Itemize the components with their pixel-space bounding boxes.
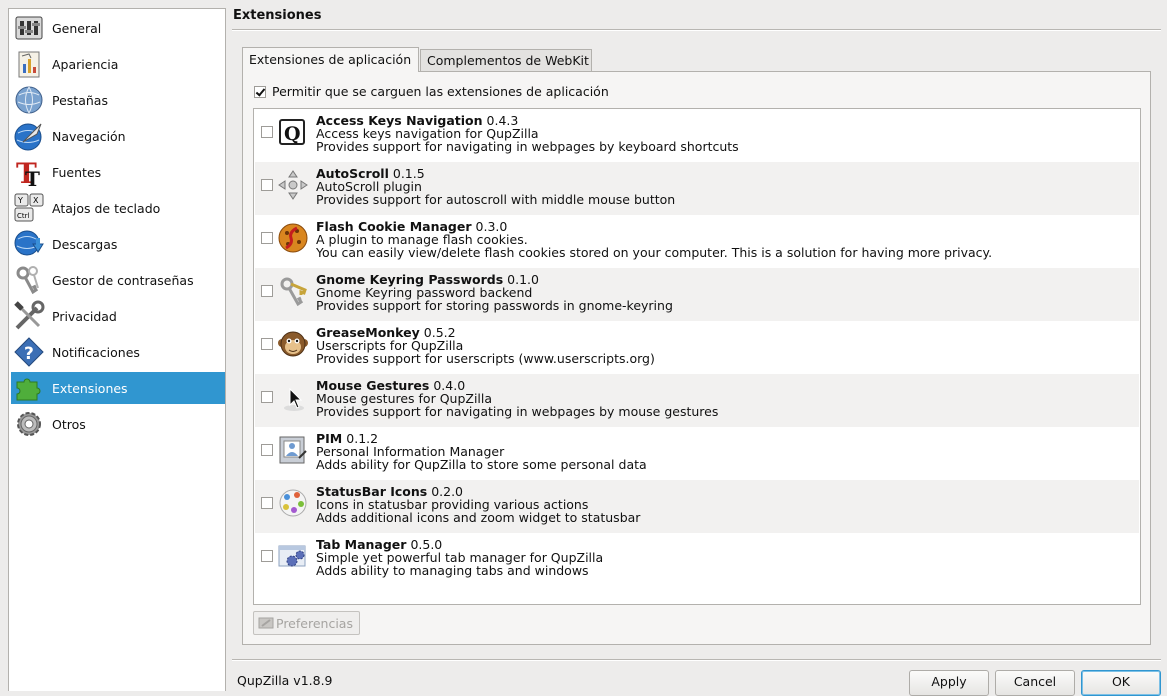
plugin-enable-checkbox[interactable] bbox=[261, 391, 273, 403]
cancel-button[interactable]: Cancel bbox=[995, 670, 1075, 696]
allow-extensions-checkbox[interactable] bbox=[254, 85, 266, 98]
page-title: Extensiones bbox=[233, 8, 322, 23]
plugin-enable-checkbox[interactable] bbox=[261, 338, 273, 350]
plugin-enable-checkbox[interactable] bbox=[261, 497, 273, 509]
sidebar-item-descargas[interactable]: Descargas bbox=[11, 228, 225, 260]
greasemonkey-icon bbox=[277, 328, 309, 360]
pim-icon bbox=[277, 434, 309, 466]
svg-text:X: X bbox=[33, 196, 39, 205]
tab-application-extensions[interactable]: Extensiones de aplicación bbox=[242, 47, 419, 72]
settings-sidebar: General Apariencia Pestañas Navegación T… bbox=[8, 8, 226, 691]
sidebar-item-atajos[interactable]: Y X Ctrl Atajos de teclado bbox=[11, 192, 225, 224]
sidebar-item-label: Gestor de contraseñas bbox=[52, 272, 194, 288]
footer-divider bbox=[232, 659, 1161, 661]
plugin-enable-checkbox[interactable] bbox=[261, 285, 273, 297]
ok-button[interactable]: OK bbox=[1081, 670, 1161, 696]
tab-manager-icon bbox=[277, 540, 309, 572]
plugin-row-mouse-gestures[interactable]: Mouse Gestures 0.4.0 Mouse gestures for Q… bbox=[255, 374, 1139, 427]
sidebar-item-label: Apariencia bbox=[52, 56, 119, 72]
sidebar-item-apariencia[interactable]: Apariencia bbox=[11, 48, 225, 80]
svg-text:Q: Q bbox=[284, 123, 301, 145]
allow-extensions-row[interactable]: Permitir que se carguen las extensiones … bbox=[254, 84, 609, 99]
mouse-gestures-icon bbox=[277, 381, 309, 413]
plugin-row-flash-cookie-manager[interactable]: Flash Cookie Manager 0.3.0 A plugin to ma… bbox=[255, 215, 1139, 268]
passwords-keys-icon bbox=[13, 264, 45, 296]
plugin-description: Provides support for storing passwords i… bbox=[316, 298, 673, 313]
apply-button[interactable]: Apply bbox=[909, 670, 989, 696]
sidebar-item-otros[interactable]: Otros bbox=[11, 408, 225, 440]
plugin-row-pim[interactable]: PIM 0.1.2 Personal Information Manager Ad… bbox=[255, 427, 1139, 480]
svg-text:Y: Y bbox=[17, 196, 23, 205]
plugin-row-statusbar-icons[interactable]: StatusBar Icons 0.2.0 Icons in statusbar … bbox=[255, 480, 1139, 533]
plugin-enable-checkbox[interactable] bbox=[261, 179, 273, 191]
sidebar-item-label: Atajos de teclado bbox=[52, 200, 161, 216]
plugin-row-autoscroll[interactable]: AutoScroll 0.1.5 AutoScroll plugin Provid… bbox=[255, 162, 1139, 215]
fonts-icon: TT bbox=[13, 156, 45, 188]
plugin-description: Adds ability for QupZilla to store some … bbox=[316, 457, 647, 472]
plugin-description: You can easily view/delete flash cookies… bbox=[316, 245, 993, 260]
svg-text:?: ? bbox=[24, 344, 34, 364]
plugin-enable-checkbox[interactable] bbox=[261, 126, 273, 138]
sidebar-item-pestanas[interactable]: Pestañas bbox=[11, 84, 225, 116]
plugin-description: Provides support for userscripts (www.us… bbox=[316, 351, 655, 366]
plugin-row-tab-manager[interactable]: Tab Manager 0.5.0 Simple yet powerful tab… bbox=[255, 533, 1139, 586]
plugin-description: Adds additional icons and zoom widget to… bbox=[316, 510, 641, 525]
sidebar-item-navegacion[interactable]: Navegación bbox=[11, 120, 225, 152]
sidebar-item-notificaciones[interactable]: ? Notificaciones bbox=[11, 336, 225, 368]
notifications-help-icon: ? bbox=[13, 336, 45, 368]
privacy-tools-icon bbox=[13, 300, 45, 332]
tabs-globe-icon bbox=[13, 84, 45, 116]
plugin-enable-checkbox[interactable] bbox=[261, 550, 273, 562]
plugin-enable-checkbox[interactable] bbox=[261, 444, 273, 456]
other-gear-icon bbox=[13, 408, 45, 440]
sidebar-item-label: Notificaciones bbox=[52, 344, 140, 360]
sidebar-item-privacidad[interactable]: Privacidad bbox=[11, 300, 225, 332]
sidebar-item-label: General bbox=[52, 20, 102, 36]
general-icon bbox=[13, 12, 45, 44]
plugin-list[interactable]: Q Access Keys Navigation 0.4.3 Access key… bbox=[253, 108, 1141, 605]
navigation-globe-icon bbox=[13, 120, 45, 152]
sidebar-item-label: Pestañas bbox=[52, 92, 108, 108]
preferences-label: Preferencias bbox=[276, 615, 353, 631]
svg-text:T: T bbox=[25, 167, 40, 188]
appearance-icon bbox=[13, 48, 45, 80]
extensions-puzzle-icon bbox=[13, 372, 45, 404]
sidebar-item-general[interactable]: General bbox=[11, 12, 225, 44]
sidebar-item-label: Navegación bbox=[52, 128, 126, 144]
version-label: QupZilla v1.8.9 bbox=[237, 673, 333, 688]
flash-cookie-icon bbox=[277, 222, 309, 254]
plugin-row-gnome-keyring[interactable]: Gnome Keyring Passwords 0.1.0 Gnome Keyri… bbox=[255, 268, 1139, 321]
title-divider bbox=[232, 29, 1161, 31]
sidebar-item-contrasenas[interactable]: Gestor de contraseñas bbox=[11, 264, 225, 296]
access-keys-icon: Q bbox=[277, 116, 309, 148]
plugin-description: Provides support for navigating in webpa… bbox=[316, 404, 719, 419]
sidebar-item-label: Otros bbox=[52, 416, 86, 432]
sidebar-item-label: Extensiones bbox=[52, 380, 128, 396]
plugin-row-access-keys[interactable]: Q Access Keys Navigation 0.4.3 Access key… bbox=[255, 109, 1139, 162]
sidebar-item-label: Descargas bbox=[52, 236, 118, 252]
plugin-description: Adds ability to managing tabs and window… bbox=[316, 563, 589, 578]
tab-webkit-plugins[interactable]: Complementos de WebKit bbox=[420, 49, 592, 71]
preferences-icon bbox=[258, 616, 274, 630]
keyring-icon bbox=[277, 275, 309, 307]
autoscroll-icon bbox=[277, 169, 309, 201]
preferences-button[interactable]: Preferencias bbox=[253, 611, 360, 635]
plugin-description: Provides support for autoscroll with mid… bbox=[316, 192, 676, 207]
downloads-icon bbox=[13, 228, 45, 260]
svg-text:Ctrl: Ctrl bbox=[17, 212, 30, 220]
allow-extensions-label: Permitir que se carguen las extensiones … bbox=[272, 84, 609, 99]
sidebar-item-fuentes[interactable]: TT Fuentes bbox=[11, 156, 225, 188]
plugin-row-greasemonkey[interactable]: GreaseMonkey 0.5.2 Userscripts for QupZil… bbox=[255, 321, 1139, 374]
keyboard-shortcuts-icon: Y X Ctrl bbox=[13, 192, 45, 224]
sidebar-item-label: Privacidad bbox=[52, 308, 117, 324]
statusbar-icons-icon bbox=[277, 487, 309, 519]
sidebar-item-extensiones[interactable]: Extensiones bbox=[11, 372, 225, 404]
plugin-enable-checkbox[interactable] bbox=[261, 232, 273, 244]
sidebar-item-label: Fuentes bbox=[52, 164, 102, 180]
plugin-description: Provides support for navigating in webpa… bbox=[316, 139, 739, 154]
